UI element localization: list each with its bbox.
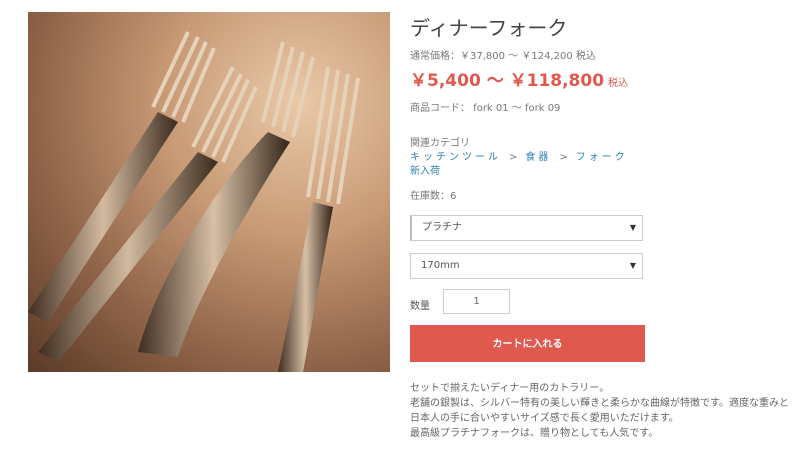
size-select-value: 170mm: [421, 260, 460, 271]
sale-price-value: ￥5,400 ～ ￥118,800: [410, 71, 605, 91]
description-line: 老舗の銀製は、シルバー特有の美しい輝きと柔らかな曲線が特徴です。適度な重みと日本…: [410, 398, 789, 424]
material-select[interactable]: プラチナ ▼: [410, 215, 643, 241]
regular-price: 通常価格：￥37,800 ～ ￥124,200 税込: [410, 51, 596, 62]
sale-price: ￥5,400 ～ ￥118,800 税込: [410, 66, 628, 91]
new-arrival-link[interactable]: 新入荷: [410, 162, 440, 177]
caret-down-icon: ▼: [629, 223, 636, 232]
add-to-cart-button[interactable]: カートに入れる: [410, 325, 645, 362]
breadcrumb-separator: >: [509, 152, 518, 163]
breadcrumb-tableware[interactable]: 食器: [525, 152, 551, 163]
related-category-title: 関連カテゴリ: [410, 138, 470, 149]
caret-down-icon: ▼: [629, 261, 636, 270]
description-line: セットで揃えたいディナー用のカトラリー。: [410, 383, 610, 394]
stock-count: 在庫数：6: [410, 191, 457, 202]
size-select[interactable]: 170mm ▼: [410, 253, 643, 279]
fork-photo-icon: [28, 31, 360, 372]
product-description: セットで揃えたいディナー用のカトラリー。 老舗の銀製は、シルバー特有の美しい輝き…: [410, 381, 790, 441]
material-select-value: プラチナ: [422, 222, 462, 233]
product-title: ディナーフォーク: [410, 16, 568, 40]
breadcrumb-fork[interactable]: フォーク: [576, 152, 628, 163]
description-line: 最高級プラチナフォークは、贈り物としても人気です。: [410, 428, 659, 439]
breadcrumb-separator: >: [559, 152, 568, 163]
breadcrumb: キッチンツール > 食器 > フォーク: [410, 148, 628, 163]
quantity-input[interactable]: 1: [443, 289, 510, 314]
quantity-label: 数量: [410, 301, 430, 312]
product-image: [28, 12, 390, 372]
product-code: 商品コード： fork 01 ～ fork 09: [410, 103, 561, 114]
sale-tax-label: 税込: [608, 78, 629, 89]
